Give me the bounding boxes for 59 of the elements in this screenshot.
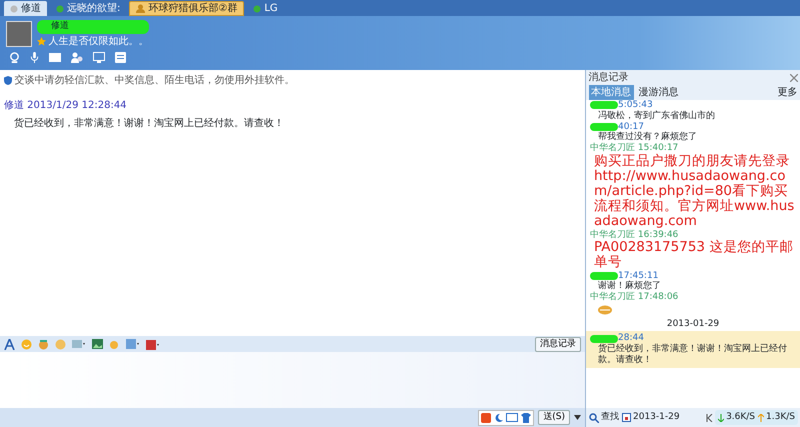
search-icon[interactable]: [588, 412, 598, 422]
status-icon: [253, 4, 262, 12]
sender-time: 中华名刀匠 15:40:17: [590, 143, 678, 154]
download-speed: 3.6K/S: [726, 410, 756, 424]
signature-text: 人生是否仅限如此。。: [48, 34, 148, 48]
search-link[interactable]: 查找: [601, 410, 619, 424]
contact-name: 修道: [37, 20, 148, 34]
date-text: 2013-1-29: [633, 410, 680, 424]
sender-time: 5:05:43: [618, 100, 653, 110]
microphone-icon[interactable]: [30, 52, 38, 62]
camera-icon[interactable]: [8, 52, 20, 62]
keyboard-icon[interactable]: [506, 413, 518, 422]
first-page-icon[interactable]: [706, 414, 713, 422]
sender-time: 17:45:11: [618, 270, 658, 281]
chat-tab[interactable]: 远晓的欲望:: [50, 1, 126, 16]
picture-icon[interactable]: [126, 339, 140, 349]
screen-icon[interactable]: [92, 52, 104, 62]
toolbox-icon[interactable]: [146, 338, 160, 350]
caret-icon[interactable]: [574, 415, 581, 420]
sender-time: 中华名刀匠 17:48:06: [590, 292, 678, 303]
shirt-icon[interactable]: [520, 412, 531, 422]
message-text: 购买正品户撒刀的朋友请先登录http://www.husadaowang.com/article.php?id=80看下购买流程和须知。官方网址www.husadaowang.com: [593, 154, 796, 230]
image-icon[interactable]: [92, 339, 103, 349]
chat-tab[interactable]: LG: [247, 1, 284, 16]
panel-title: 消息记录: [588, 70, 628, 85]
moon-icon[interactable]: [494, 412, 504, 422]
more-button[interactable]: 更多: [778, 85, 798, 100]
sender-time: 28:44: [618, 333, 644, 344]
download-arrow-icon: [718, 414, 724, 422]
notice-text: 交谈中请勿轻信汇款、中奖信息、陌生电话，勿使用外挂软件。: [14, 74, 294, 88]
message-text: 货已经收到，非常满意！谢谢！淘宝网上已经付款。请查收！: [13, 116, 285, 130]
upload-arrow-icon: [758, 414, 764, 422]
sender-time: 中华名刀匠 16:39:46: [590, 230, 678, 240]
message-text: PA00283175753 这是您的平邮单号: [593, 240, 794, 271]
status-icon: [56, 4, 64, 12]
sender-time: 40:17: [618, 122, 644, 132]
shield-icon: [4, 76, 12, 85]
message-text: 冯敬松，寄到广东省佛山市的: [597, 110, 716, 122]
chat-tab[interactable]: 修道: [4, 1, 47, 16]
ime-logo-icon[interactable]: [481, 412, 492, 422]
group-icon: [136, 4, 146, 13]
chat-tab[interactable]: 环球狩猎俱乐部②群: [129, 1, 244, 16]
ime-toolbar[interactable]: [478, 410, 534, 426]
upload-speed: 1.3K/S: [766, 410, 795, 424]
send-button[interactable]: 送(S): [538, 410, 570, 425]
calendar-icon[interactable]: [622, 413, 630, 422]
avatar-placeholder: [6, 21, 32, 48]
history-button[interactable]: 消息记录: [535, 336, 581, 352]
people-icon[interactable]: [70, 52, 82, 62]
font-icon[interactable]: [4, 338, 15, 350]
message-text: 谢谢！麻烦您了: [597, 281, 662, 292]
star-icon: [37, 36, 46, 46]
message-text: 货已经收到，非常满意！谢谢！淘宝网上已经付款。请查收！: [597, 344, 788, 366]
close-icon[interactable]: [790, 74, 798, 82]
status-icon: [10, 4, 18, 12]
message-header: 修道 2013/1/29 12:28:44: [4, 99, 128, 113]
history-tab[interactable]: 漫游消息: [636, 85, 681, 100]
date-divider: 2013-01-29: [666, 318, 720, 331]
message-text: 帮我查过没有？麻烦您了: [597, 132, 698, 142]
